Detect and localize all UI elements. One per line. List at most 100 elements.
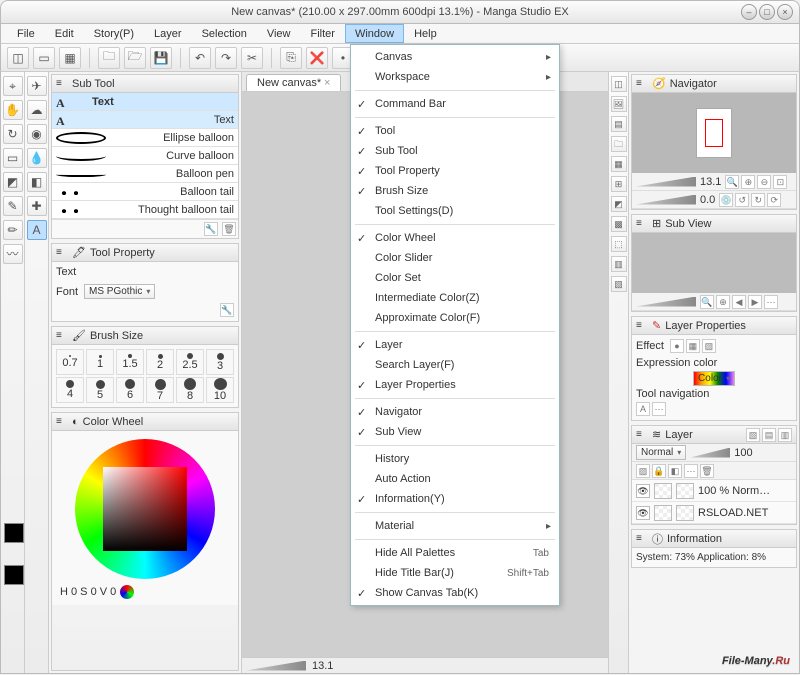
menu-item-hidetitlebarj[interactable]: Hide Title Bar(J)Shift+Tab: [351, 563, 559, 583]
nav-rot-icon[interactable]: ⟳: [767, 193, 781, 207]
nav-rot-slider[interactable]: [636, 195, 696, 205]
menu-help[interactable]: Help: [404, 24, 447, 43]
dock-icon-1[interactable]: 🖼: [611, 96, 627, 112]
close-button[interactable]: ×: [777, 4, 793, 20]
brush-size-header[interactable]: ≡🖌 Brush Size: [52, 327, 238, 345]
cmd-icon-3[interactable]: 🗀: [98, 47, 120, 69]
brush-preset[interactable]: 1.5: [116, 349, 144, 375]
trash-icon[interactable]: 🗑: [222, 222, 236, 236]
subtool-item[interactable]: Ellipse balloon: [52, 129, 238, 147]
subtool-item[interactable]: AText: [52, 111, 238, 129]
nav-zoom-slider[interactable]: [636, 177, 696, 187]
menu-selection[interactable]: Selection: [192, 24, 257, 43]
blend-select[interactable]: Normal: [636, 445, 686, 460]
menu-storyp[interactable]: Story(P): [84, 24, 144, 43]
brush-preset[interactable]: 3: [206, 349, 234, 375]
menu-item-informationy[interactable]: Information(Y): [351, 489, 559, 509]
cmd-icon-7[interactable]: ↷: [215, 47, 237, 69]
nav-zoom-icon[interactable]: ⊡: [773, 175, 787, 189]
minimize-button[interactable]: –: [741, 4, 757, 20]
menu-item-history[interactable]: History: [351, 449, 559, 469]
menu-edit[interactable]: Edit: [45, 24, 84, 43]
layer-lock-icon[interactable]: 🔒: [652, 464, 666, 478]
nav-zoom-icon[interactable]: 🔍: [725, 175, 739, 189]
cmd-icon-9[interactable]: ⎘: [280, 47, 302, 69]
tool-icon-11[interactable]: 💧: [27, 148, 47, 168]
menu-item-intermediatecolorz[interactable]: Intermediate Color(Z): [351, 288, 559, 308]
menu-item-tool[interactable]: Tool: [351, 121, 559, 141]
menu-item-colorslider[interactable]: Color Slider: [351, 248, 559, 268]
dock-icon-3[interactable]: 🗀: [611, 136, 627, 152]
cmd-icon-0[interactable]: ◫: [7, 47, 29, 69]
color-wheel-header[interactable]: ≡◐ Color Wheel: [52, 413, 238, 431]
menu-item-colorwheel[interactable]: Color Wheel: [351, 228, 559, 248]
tool-icon-8[interactable]: ✈: [27, 76, 47, 96]
subtool-item[interactable]: Thought balloon tail: [52, 201, 238, 219]
cmd-icon-4[interactable]: 🗁: [124, 47, 146, 69]
brush-preset[interactable]: 4: [56, 377, 84, 403]
canvas-tab[interactable]: New canvas* ×: [246, 74, 341, 91]
tool-icon-4[interactable]: ◩: [3, 172, 23, 192]
menu-filter[interactable]: Filter: [301, 24, 345, 43]
maximize-button[interactable]: □: [759, 4, 775, 20]
subtool-settings-icon[interactable]: 🔧: [204, 222, 218, 236]
navigator-view[interactable]: [632, 93, 796, 173]
layer-lock-icon[interactable]: ⋯: [684, 464, 698, 478]
menu-item-colorset[interactable]: Color Set: [351, 268, 559, 288]
expression-color-select[interactable]: Color: [693, 371, 735, 386]
menu-item-brushsize[interactable]: Brush Size: [351, 181, 559, 201]
dock-icon-10[interactable]: ▧: [611, 276, 627, 292]
subview-icon[interactable]: ◀: [732, 295, 746, 309]
layer-lock-icon[interactable]: ◧: [668, 464, 682, 478]
subview-icon[interactable]: ▶: [748, 295, 762, 309]
menu-file[interactable]: File: [7, 24, 45, 43]
tool-property-header[interactable]: ≡🖊 Tool Property: [52, 244, 238, 262]
nav-rot-icon[interactable]: 💿: [719, 193, 733, 207]
tool-icon-0[interactable]: ⌖: [3, 76, 23, 96]
brush-preset[interactable]: 2: [146, 349, 174, 375]
dock-icon-6[interactable]: ◩: [611, 196, 627, 212]
brush-preset[interactable]: 10: [206, 377, 234, 403]
tool-icon-14[interactable]: A: [27, 220, 47, 240]
layer-lock-icon[interactable]: 🗑: [700, 464, 714, 478]
layer-btn-c[interactable]: ▥: [778, 428, 792, 442]
menu-item-hideallpalettes[interactable]: Hide All PalettesTab: [351, 543, 559, 563]
dock-icon-0[interactable]: ◫: [611, 76, 627, 92]
menu-item-canvas[interactable]: Canvas: [351, 47, 559, 67]
tool-icon-6[interactable]: ✏: [3, 220, 23, 240]
subview-icon[interactable]: ⋯: [764, 295, 778, 309]
dock-icon-4[interactable]: ▦: [611, 156, 627, 172]
brush-preset[interactable]: 7: [146, 377, 174, 403]
menu-item-approximatecolorf[interactable]: Approximate Color(F): [351, 308, 559, 328]
tool-icon-2[interactable]: ↻: [3, 124, 23, 144]
toolnav-icon[interactable]: A: [636, 402, 650, 416]
visibility-icon[interactable]: 👁: [636, 484, 650, 498]
menu-item-searchlayerf[interactable]: Search Layer(F): [351, 355, 559, 375]
nav-zoom-icon[interactable]: ⊖: [757, 175, 771, 189]
tool-icon-9[interactable]: ☁: [27, 100, 47, 120]
cmd-icon-5[interactable]: 💾: [150, 47, 172, 69]
dock-icon-9[interactable]: ▥: [611, 256, 627, 272]
menu-item-toolproperty[interactable]: Tool Property: [351, 161, 559, 181]
layer-btn-b[interactable]: ▤: [762, 428, 776, 442]
brush-preset[interactable]: 8: [176, 377, 204, 403]
bg-swatch[interactable]: [4, 565, 24, 585]
cmd-icon-6[interactable]: ↶: [189, 47, 211, 69]
effect-icon[interactable]: ●: [670, 339, 684, 353]
cmd-icon-2[interactable]: ▦: [59, 47, 81, 69]
brush-preset[interactable]: 0.7: [56, 349, 84, 375]
nav-zoom-icon[interactable]: ⊕: [741, 175, 755, 189]
zoom-slider[interactable]: [246, 661, 306, 671]
subtool-tab[interactable]: AText: [52, 93, 238, 111]
effect-icon[interactable]: ▦: [686, 339, 700, 353]
dock-icon-8[interactable]: ⬚: [611, 236, 627, 252]
nav-rot-icon[interactable]: ↻: [751, 193, 765, 207]
menu-item-subview[interactable]: Sub View: [351, 422, 559, 442]
cmd-icon-1[interactable]: ▭: [33, 47, 55, 69]
menu-item-layerproperties[interactable]: Layer Properties: [351, 375, 559, 395]
nav-rot-icon[interactable]: ↺: [735, 193, 749, 207]
menu-item-material[interactable]: Material: [351, 516, 559, 536]
subtool-item[interactable]: Curve balloon: [52, 147, 238, 165]
menu-item-workspace[interactable]: Workspace: [351, 67, 559, 87]
layer-lock-icon[interactable]: ▨: [636, 464, 650, 478]
